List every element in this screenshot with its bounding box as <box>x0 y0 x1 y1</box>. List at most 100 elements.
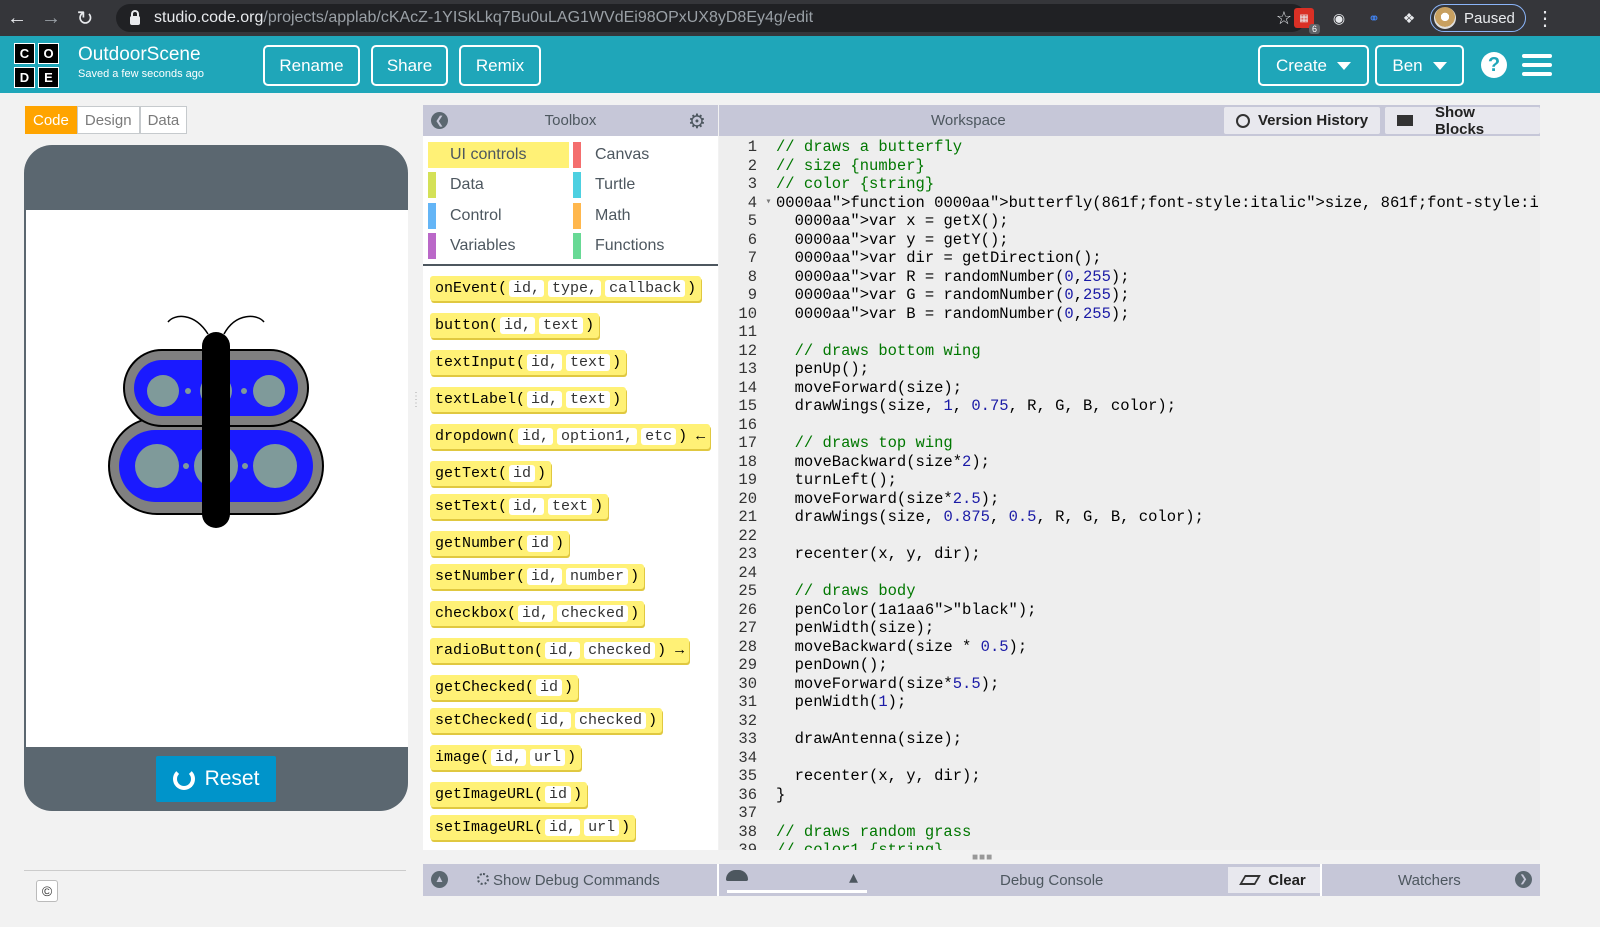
create-dropdown[interactable]: Create <box>1258 45 1369 86</box>
code-block[interactable]: checkbox(id, checked) <box>430 601 645 626</box>
block-param[interactable]: checked <box>584 642 656 659</box>
block-param[interactable]: checked <box>575 712 647 729</box>
block-param[interactable]: id, <box>518 605 554 622</box>
app-screen[interactable] <box>26 210 408 747</box>
profile-button[interactable]: Paused <box>1430 4 1526 32</box>
code-line[interactable]: 32 <box>719 712 1540 731</box>
block-param[interactable]: id <box>545 786 572 803</box>
code-line[interactable]: 29 penDown(); <box>719 656 1540 675</box>
block-param[interactable]: text <box>539 317 584 334</box>
code-line[interactable]: 17 // draws top wing <box>719 434 1540 453</box>
block-param[interactable]: text <box>566 391 611 408</box>
reload-icon[interactable]: ↻ <box>68 0 102 36</box>
clear-button[interactable]: Clear <box>1228 867 1320 893</box>
code-line[interactable]: 38 // draws random grass <box>719 823 1540 842</box>
code-line[interactable]: 24 <box>719 564 1540 583</box>
block-param[interactable]: id, <box>545 819 581 836</box>
block-param[interactable]: callback <box>605 280 686 297</box>
code-line[interactable]: 2 // size {number} <box>719 157 1540 176</box>
code-line[interactable]: 18 moveBackward(size*2); <box>719 453 1540 472</box>
resize-grip-icon[interactable]: ■■■ <box>972 852 992 863</box>
block-param[interactable]: id, <box>527 354 563 371</box>
gear-icon[interactable]: ⚙ <box>688 109 706 134</box>
code-block[interactable]: dropdown(id, option1, etc) ← <box>430 424 711 449</box>
link-extension-icon[interactable]: ⚭ <box>1364 8 1384 28</box>
code-line[interactable]: 5 0000aa">var x = getX(); <box>719 212 1540 231</box>
version-history-button[interactable]: Version History <box>1224 107 1381 134</box>
block-param[interactable]: id <box>536 679 563 696</box>
toolbox-category[interactable]: Data <box>428 172 569 198</box>
block-param[interactable]: id <box>527 535 554 552</box>
block-param[interactable]: option1, <box>557 428 638 445</box>
remix-button[interactable]: Remix <box>459 45 541 86</box>
block-param[interactable]: url <box>584 819 620 836</box>
code-line[interactable]: 3 // color {string} <box>719 175 1540 194</box>
code-block[interactable]: setNumber(id, number) <box>430 564 645 589</box>
code-line[interactable]: 10 0000aa">var B = randomNumber(0,255); <box>719 305 1540 324</box>
block-param[interactable]: type, <box>548 280 602 297</box>
block-param[interactable]: id, <box>536 712 572 729</box>
block-param[interactable]: id <box>509 465 536 482</box>
code-line[interactable]: 14 moveForward(size); <box>719 379 1540 398</box>
browser-menu-icon[interactable]: ⋮ <box>1535 6 1555 31</box>
address-bar[interactable]: studio.code.org /projects/applab/cKAcZ-1… <box>116 4 1306 32</box>
block-param[interactable]: etc <box>641 428 677 445</box>
code-block[interactable]: image(id, url) <box>430 745 582 770</box>
code-line[interactable]: 23 recenter(x, y, dir); <box>719 545 1540 564</box>
fold-arrow-icon[interactable]: ▾ <box>761 194 776 213</box>
code-block[interactable]: setImageURL(id, url) <box>430 815 636 840</box>
chevron-up-icon[interactable]: ▲ <box>431 871 448 888</box>
code-block[interactable]: radioButton(id, checked) → <box>430 638 690 663</box>
code-line[interactable]: 37 <box>719 804 1540 823</box>
code-line[interactable]: 21 drawWings(size, 0.875, 0.5, R, G, B, … <box>719 508 1540 527</box>
block-param[interactable]: id, <box>509 280 545 297</box>
block-param[interactable]: number <box>566 568 629 585</box>
code-line[interactable]: 19 turnLeft(); <box>719 471 1540 490</box>
show-blocks-button[interactable]: Show Blocks <box>1385 104 1540 138</box>
user-dropdown[interactable]: Ben <box>1375 45 1464 86</box>
code-block[interactable]: getText(id) <box>430 461 552 486</box>
code-line[interactable]: 11 <box>719 323 1540 342</box>
code-block[interactable]: getNumber(id) <box>430 531 570 556</box>
code-line[interactable]: 7 0000aa">var dir = getDirection(); <box>719 249 1540 268</box>
block-param[interactable]: text <box>548 498 593 515</box>
code-line[interactable]: 39 // color1 {string} <box>719 841 1540 850</box>
code-editor[interactable]: 1 // draws a butterfly 2 // size {number} 3 /… <box>719 136 1540 850</box>
code-line[interactable]: 36} <box>719 786 1540 805</box>
back-arrow-icon[interactable]: ← <box>0 0 34 36</box>
code-line[interactable]: 35 recenter(x, y, dir); <box>719 767 1540 786</box>
copyright-icon[interactable]: © <box>36 880 58 902</box>
block-param[interactable]: id, <box>527 391 563 408</box>
code-line[interactable]: 27 penWidth(size); <box>719 619 1540 638</box>
block-param[interactable]: id, <box>500 317 536 334</box>
code-line[interactable]: 1 // draws a butterfly <box>719 138 1540 157</box>
code-line[interactable]: 4 ▾ 0000aa">function 0000aa">butterfly(861… <box>719 194 1540 213</box>
code-line[interactable]: 20 moveForward(size*2.5); <box>719 490 1540 509</box>
code-line[interactable]: 12 // draws bottom wing <box>719 342 1540 361</box>
block-param[interactable]: id, <box>491 749 527 766</box>
toolbox-category[interactable]: Functions <box>573 233 714 259</box>
block-param[interactable]: checked <box>557 605 629 622</box>
code-block[interactable]: button(id, text) <box>430 313 600 338</box>
code-block[interactable]: getChecked(id) <box>430 675 579 700</box>
circle-extension-icon[interactable]: ◉ <box>1329 8 1349 28</box>
block-param[interactable]: id, <box>545 642 581 659</box>
speed-slider[interactable] <box>727 890 867 893</box>
code-line[interactable]: 22 <box>719 527 1540 546</box>
code-block[interactable]: getImageURL(id) <box>430 782 588 807</box>
design-mode-button[interactable]: Design <box>76 106 140 134</box>
code-line[interactable]: 6 0000aa">var y = getY(); <box>719 231 1540 250</box>
code-line[interactable]: 34 <box>719 749 1540 768</box>
data-mode-button[interactable]: Data <box>139 106 188 134</box>
code-block[interactable]: textInput(id, text) <box>430 350 627 375</box>
code-line[interactable]: 33 drawAntenna(size); <box>719 730 1540 749</box>
toolbox-category[interactable]: UI controls <box>428 142 569 168</box>
forward-arrow-icon[interactable]: → <box>34 0 68 36</box>
block-param[interactable]: text <box>566 354 611 371</box>
hamburger-menu-icon[interactable] <box>1522 54 1552 76</box>
code-line[interactable]: 28 moveBackward(size * 0.5); <box>719 638 1540 657</box>
code-block[interactable]: onEvent(id, type, callback) <box>430 276 702 301</box>
code-mode-button[interactable]: Code <box>25 106 77 134</box>
calendar-extension-icon[interactable]: ▦ 6 <box>1294 8 1320 34</box>
toolbox-category[interactable]: Variables <box>428 233 569 259</box>
